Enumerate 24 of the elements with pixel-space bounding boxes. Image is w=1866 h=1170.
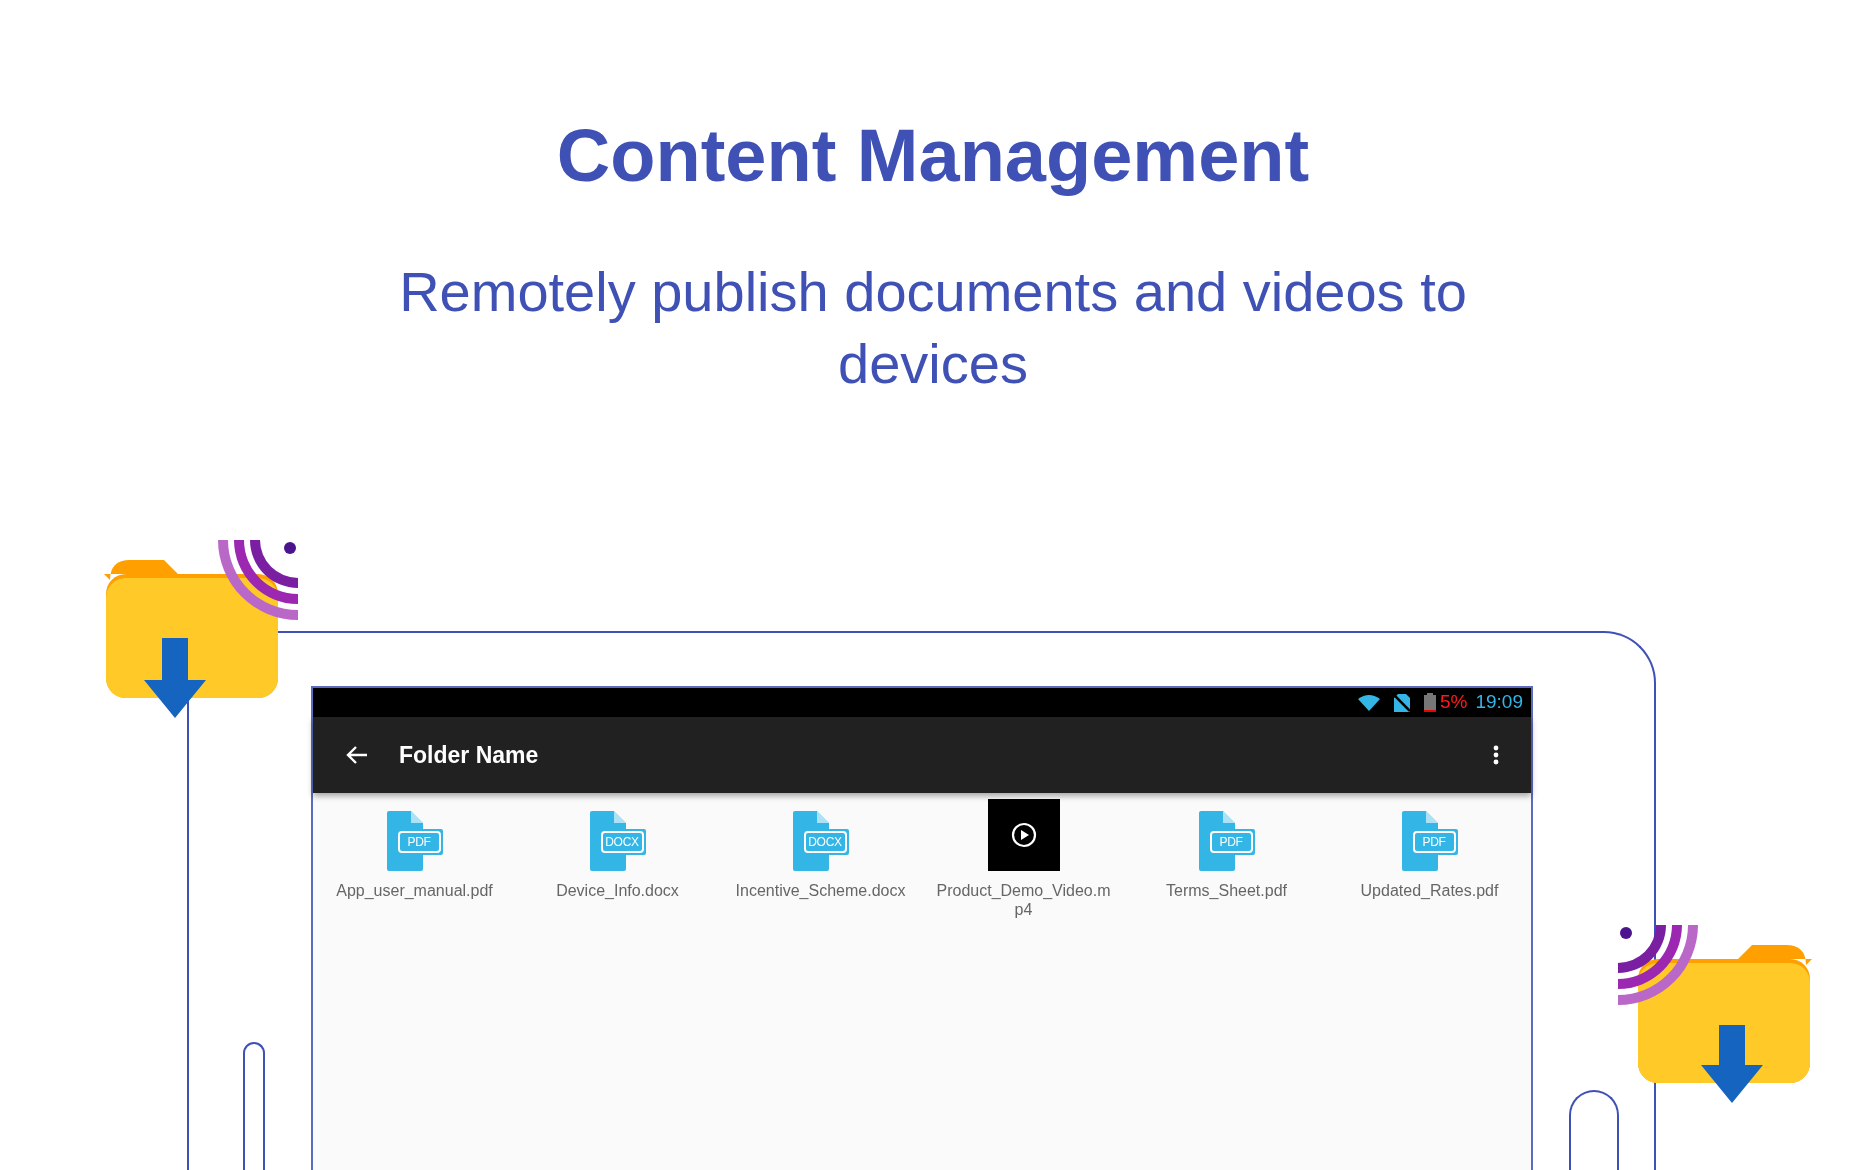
file-name: App_user_manual.pdf (335, 881, 494, 900)
clock-time: 19:09 (1475, 690, 1523, 715)
play-icon (1010, 822, 1037, 848)
document-file-icon[interactable]: PDF (386, 811, 443, 871)
toolbar-title: Folder Name (399, 740, 539, 770)
file-name: Updated_Rates.pdf (1359, 881, 1500, 900)
back-arrow-icon (346, 746, 368, 764)
battery-icon (1424, 693, 1436, 712)
no-sim-icon (1394, 693, 1410, 712)
more-options-icon (1493, 745, 1499, 765)
document-file-icon[interactable]: PDF (1198, 811, 1255, 871)
document-file-icon[interactable]: DOCX (589, 811, 646, 871)
more-options-button[interactable] (1491, 744, 1501, 766)
battery-percentage: 5% (1440, 690, 1468, 715)
file-name: Product_Demo_Video.mp4 (935, 881, 1112, 919)
video-thumbnail[interactable] (987, 799, 1060, 871)
page-heading: Content Management (556, 113, 1310, 199)
page-subtitle: Remotely publish documents and videos to devices (398, 259, 1468, 397)
document-file-icon[interactable]: PDF (1401, 811, 1458, 871)
file-name: Incentive_Scheme.docx (734, 881, 907, 900)
file-name: Terms_Sheet.pdf (1165, 881, 1288, 900)
document-file-icon[interactable]: DOCX (792, 811, 849, 871)
wifi-icon (1358, 694, 1380, 711)
file-name: Device_Info.docx (555, 881, 680, 900)
